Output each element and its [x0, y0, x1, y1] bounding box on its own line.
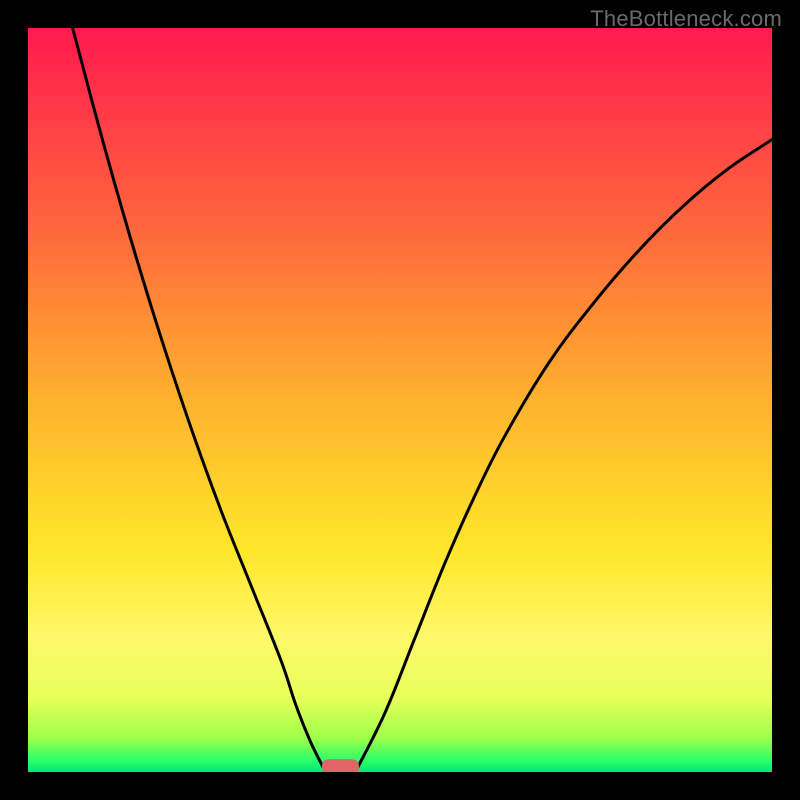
chart-frame: TheBottleneck.com	[0, 0, 800, 800]
bottleneck-marker	[322, 759, 359, 772]
plot-area	[28, 28, 772, 772]
watermark-text: TheBottleneck.com	[590, 6, 782, 32]
chart-svg	[28, 28, 772, 772]
gradient-background	[28, 28, 772, 772]
